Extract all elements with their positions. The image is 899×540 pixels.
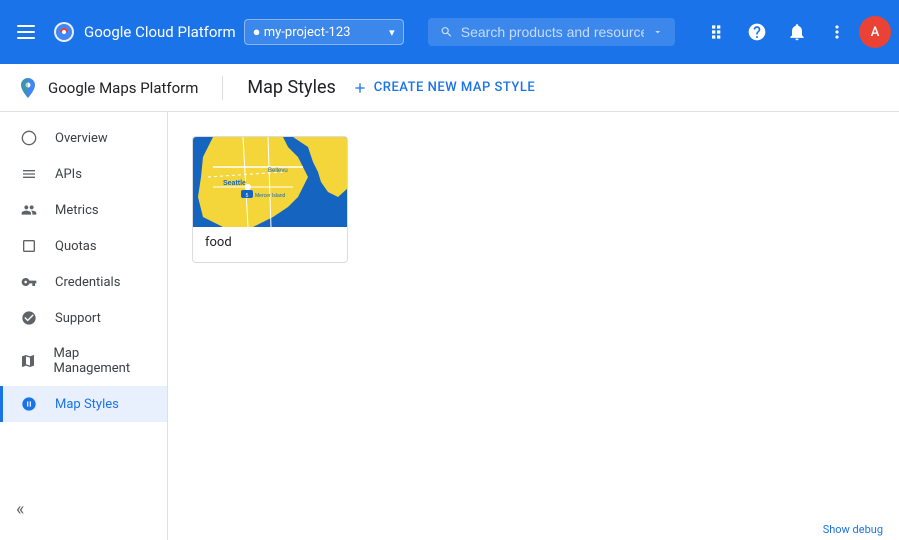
- search-bar: [428, 18, 675, 46]
- brand-logo: Google Maps Platform: [16, 76, 198, 100]
- sidebar-item-quotas[interactable]: Quotas: [0, 228, 167, 264]
- content-area: Seattle Bellevu Mercer Island 5 food: [168, 112, 899, 540]
- notification-icon-btn[interactable]: [779, 14, 815, 50]
- svg-text:5: 5: [246, 193, 249, 199]
- quotas-icon: [19, 238, 39, 254]
- top-bar-right: A: [699, 14, 891, 50]
- gcp-title: Google Cloud Platform: [84, 23, 236, 41]
- sidebar-nav: Overview APIs Metrics Quotas: [0, 120, 167, 487]
- page-title: Map Styles: [247, 77, 335, 98]
- top-bar: Google Cloud Platform ● my-project-123: [0, 0, 899, 64]
- card-label-area: food: [193, 227, 347, 262]
- credentials-icon: [19, 274, 39, 290]
- sidebar-item-metrics[interactable]: Metrics: [0, 192, 167, 228]
- svg-text:Seattle: Seattle: [223, 180, 246, 187]
- avatar[interactable]: A: [859, 16, 891, 48]
- main-layout: Overview APIs Metrics Quotas: [0, 112, 899, 540]
- more-options-icon-btn[interactable]: [819, 14, 855, 50]
- sidebar: Overview APIs Metrics Quotas: [0, 112, 168, 540]
- metrics-icon: [19, 202, 39, 218]
- brand-title: Google Maps Platform: [48, 79, 198, 97]
- map-management-icon: [19, 353, 37, 369]
- sidebar-item-credentials[interactable]: Credentials: [0, 264, 167, 300]
- map-style-card[interactable]: Seattle Bellevu Mercer Island 5 food: [192, 136, 348, 263]
- project-name: ● my-project-123: [253, 24, 351, 40]
- show-debug-label: Show debug: [823, 523, 883, 536]
- svg-text:Bellevu: Bellevu: [268, 168, 288, 174]
- plus-icon: [352, 80, 368, 96]
- create-new-map-style-button[interactable]: CREATE NEW MAP STYLE: [352, 80, 535, 96]
- project-selector[interactable]: ● my-project-123: [244, 19, 404, 45]
- apis-icon: [19, 166, 39, 182]
- map-styles-icon: [19, 396, 39, 412]
- apps-icon-btn[interactable]: [699, 14, 735, 50]
- sidebar-item-map-styles[interactable]: Map Styles: [0, 386, 167, 422]
- map-preview-svg: Seattle Bellevu Mercer Island 5: [193, 137, 348, 227]
- sub-header: Google Maps Platform Map Styles CREATE N…: [0, 64, 899, 112]
- header-separator: [222, 76, 223, 100]
- menu-icon[interactable]: [8, 14, 44, 50]
- support-icon: [19, 310, 39, 326]
- gcp-logo-icon: [52, 20, 76, 44]
- search-dropdown-icon[interactable]: [652, 25, 663, 39]
- map-preview: Seattle Bellevu Mercer Island 5: [193, 137, 348, 227]
- sidebar-item-apis[interactable]: APIs: [0, 156, 167, 192]
- project-dropdown-icon: [389, 26, 395, 39]
- card-label: food: [205, 235, 232, 250]
- sidebar-item-map-management[interactable]: Map Management: [0, 336, 167, 386]
- svg-text:Mercer Island: Mercer Island: [255, 193, 286, 199]
- sidebar-item-overview[interactable]: Overview: [0, 120, 167, 156]
- search-icon: [440, 24, 453, 40]
- sidebar-collapse-button[interactable]: «: [0, 487, 167, 532]
- overview-icon: [19, 130, 39, 146]
- search-input[interactable]: [461, 24, 644, 40]
- gcp-logo-area: Google Cloud Platform: [52, 20, 236, 44]
- maps-logo-icon: [16, 76, 40, 100]
- help-icon-btn[interactable]: [739, 14, 775, 50]
- bottom-bar[interactable]: Show debug: [807, 519, 899, 540]
- sidebar-item-support[interactable]: Support: [0, 300, 167, 336]
- page-title-area: Map Styles CREATE NEW MAP STYLE: [247, 77, 883, 98]
